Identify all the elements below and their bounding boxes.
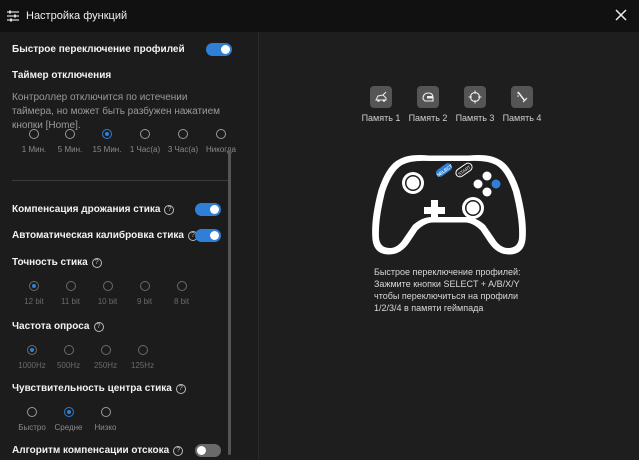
crosshair-icon: [464, 86, 486, 108]
stick-precision-options: 12 bit 11 bit 10 bit 9 bit 8 bit: [16, 281, 200, 306]
rebound-algorithm-toggle[interactable]: [195, 444, 221, 457]
shutdown-timer-label: Таймер отключения: [12, 70, 112, 81]
profile-switch-toggle[interactable]: [206, 43, 232, 56]
sensitivity-option-low[interactable]: Низко: [87, 407, 124, 432]
section-divider: [12, 180, 230, 181]
window-title: Настройка функций: [26, 10, 128, 22]
polling-rate-options: 1000Hz 500Hz 250Hz 125Hz: [14, 345, 161, 370]
radio-icon: [140, 129, 150, 139]
radio-icon: [178, 129, 188, 139]
precision-option-10bit[interactable]: 10 bit: [89, 281, 126, 306]
radio-icon: [139, 281, 150, 291]
profile-switch-label: Быстрое переключение профилей: [12, 44, 185, 55]
shutdown-timer-options: 1 Мин. 5 Мин. 15 Мин. 1 Час(а) 3 Час(а) …: [16, 129, 240, 154]
help-icon[interactable]: ?: [173, 446, 184, 456]
stick-precision-label: Точность стика?: [12, 257, 102, 268]
radio-icon: [65, 129, 75, 139]
polling-option-125hz[interactable]: 125Hz: [124, 345, 161, 370]
radio-icon: [216, 129, 226, 139]
auto-calibration-label: Автоматическая калибровка стика?: [12, 230, 198, 241]
sensitivity-option-medium[interactable]: Средне: [50, 407, 87, 432]
info-text: Быстрое переключение профилей: Зажмите к…: [374, 267, 521, 313]
auto-calibration-toggle[interactable]: [195, 229, 221, 242]
help-icon[interactable]: ?: [91, 258, 102, 268]
shutdown-timer-description: Контроллер отключится по истечении тайме…: [12, 92, 221, 131]
timer-option-5min[interactable]: 5 Мин.: [52, 129, 88, 154]
rebound-algorithm-label: Алгоритм компенсации отскока?: [12, 445, 184, 456]
center-sensitivity-options: Быстро Средне Низко: [14, 407, 124, 432]
memory-slot-4[interactable]: Память 4: [492, 86, 552, 123]
radio-selected-icon: [102, 129, 112, 139]
timer-option-1hour[interactable]: 1 Час(а): [126, 129, 164, 154]
race-car-icon: [370, 86, 392, 108]
polling-option-500hz[interactable]: 500Hz: [50, 345, 87, 370]
radio-icon: [29, 129, 39, 139]
precision-option-12bit[interactable]: 12 bit: [16, 281, 52, 306]
sliders-icon: [7, 10, 19, 22]
close-icon[interactable]: [613, 7, 629, 23]
precision-option-11bit[interactable]: 11 bit: [52, 281, 89, 306]
radio-icon: [27, 407, 37, 417]
preview-panel: Память 1 Память 2 Память 3 Память 4 SELE…: [259, 32, 639, 460]
radio-selected-icon: [63, 407, 74, 417]
precision-option-8bit[interactable]: 8 bit: [163, 281, 200, 306]
radio-icon: [100, 345, 111, 355]
radio-icon: [63, 345, 74, 355]
radio-icon: [176, 281, 187, 291]
radio-icon: [137, 345, 148, 355]
help-icon[interactable]: ?: [164, 205, 175, 215]
precision-option-9bit[interactable]: 9 bit: [126, 281, 163, 306]
radio-icon: [65, 281, 76, 291]
help-icon[interactable]: ?: [93, 322, 104, 332]
polling-option-1000hz[interactable]: 1000Hz: [14, 345, 50, 370]
sword-icon: [511, 86, 533, 108]
radio-selected-icon: [27, 345, 37, 355]
sensitivity-option-fast[interactable]: Быстро: [14, 407, 50, 432]
help-icon[interactable]: ?: [175, 384, 186, 394]
polling-rate-label: Частота опроса?: [12, 321, 104, 332]
title-bar: Настройка функций: [0, 0, 639, 32]
stick-jitter-label: Компенсация дрожания стика?: [12, 204, 175, 215]
radio-icon: [102, 281, 113, 291]
settings-panel: Быстрое переключение профилей Таймер отк…: [0, 32, 258, 460]
timer-option-3hours[interactable]: 3 Час(а): [164, 129, 202, 154]
stick-jitter-toggle[interactable]: [195, 203, 221, 216]
radio-selected-icon: [29, 281, 39, 291]
radio-icon: [100, 407, 111, 417]
gamepad-illustration: SELECT START: [372, 155, 526, 255]
polling-option-250hz[interactable]: 250Hz: [87, 345, 124, 370]
helmet-icon: [417, 86, 439, 108]
center-sensitivity-label: Чувствительность центра стика?: [12, 383, 186, 394]
timer-option-never[interactable]: Никогда: [202, 129, 240, 154]
timer-option-1min[interactable]: 1 Мин.: [16, 129, 52, 154]
timer-option-15min[interactable]: 15 Мин.: [88, 129, 126, 154]
scrollbar[interactable]: [228, 150, 231, 455]
